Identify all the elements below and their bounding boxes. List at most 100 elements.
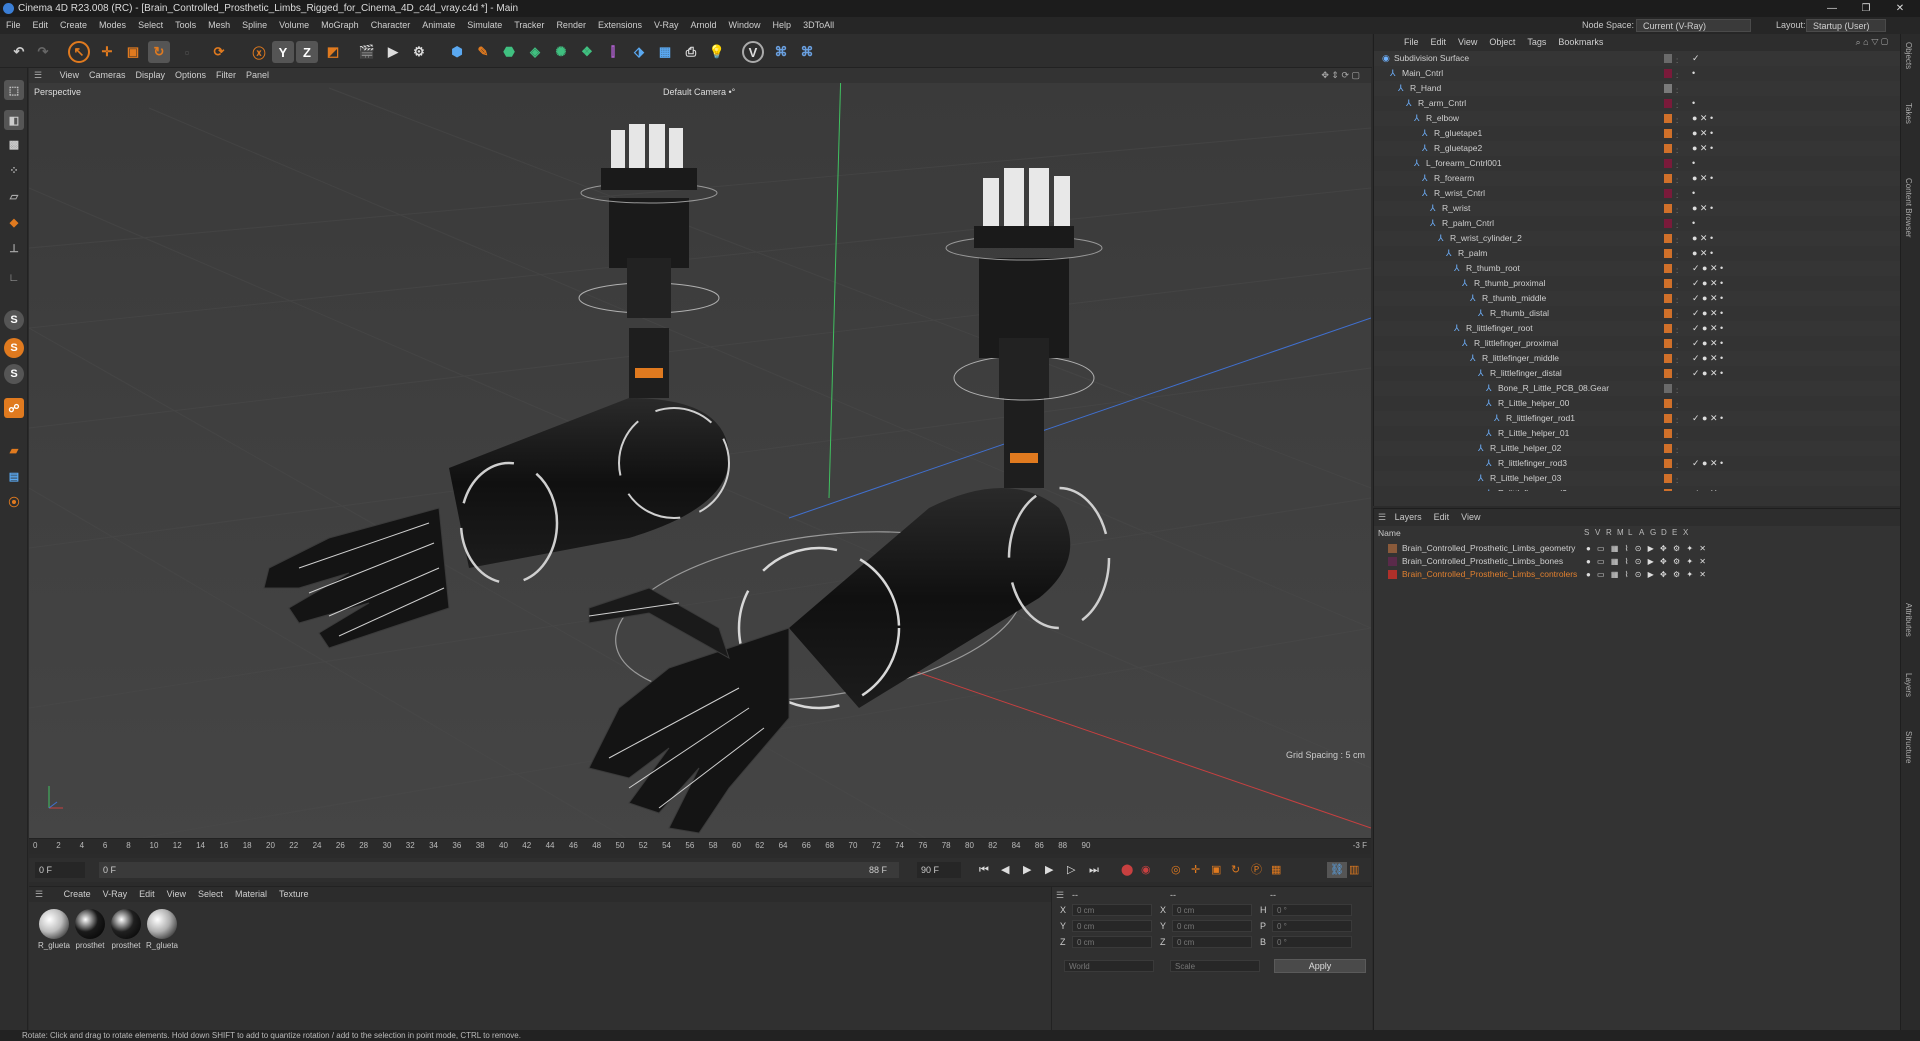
render-to-picture-viewer-icon[interactable]: ▶ bbox=[382, 41, 404, 63]
object-tags[interactable]: ✓ ● ✕ • bbox=[1692, 276, 1723, 291]
range-start-field[interactable]: 0 F bbox=[99, 862, 899, 878]
object-row[interactable]: ⅄ Main_Cntrl: • bbox=[1374, 66, 1901, 81]
pen-spline-icon[interactable]: ✎ bbox=[472, 41, 494, 63]
object-tags[interactable]: ✓ ● ✕ • bbox=[1692, 261, 1723, 276]
axis-extension-icon[interactable]: ⦿ bbox=[4, 492, 24, 512]
object-row[interactable]: ⅄ R_Little_helper_02: bbox=[1374, 441, 1901, 456]
x-axis-icon[interactable]: ⓧ bbox=[248, 41, 270, 63]
key-move-icon[interactable]: ✛ bbox=[1191, 862, 1200, 878]
coord-field[interactable]: 0 ° bbox=[1272, 920, 1352, 932]
object-menu-view[interactable]: View bbox=[1452, 34, 1483, 51]
coord-field[interactable]: 0 ° bbox=[1272, 936, 1352, 948]
layer-menu-view[interactable]: View bbox=[1455, 512, 1486, 522]
layer-toggle-icons[interactable]: ● ▭ ▦ ⌇ ⊙ ▶ ✥ ⚙ ✦ ✕ bbox=[1586, 568, 1708, 581]
layer-row[interactable]: Brain_Controlled_Prosthetic_Limbs_geomet… bbox=[1374, 542, 1901, 555]
object-tags[interactable]: ✓ ● ✕ • bbox=[1692, 351, 1723, 366]
object-tags[interactable]: ✓ ● ✕ • bbox=[1692, 366, 1723, 381]
object-tags[interactable]: • bbox=[1692, 156, 1695, 171]
range-end-field[interactable]: 88 F bbox=[869, 862, 887, 878]
menu-create[interactable]: Create bbox=[54, 17, 93, 34]
object-menu-bookmarks[interactable]: Bookmarks bbox=[1552, 34, 1609, 51]
object-tags[interactable]: • bbox=[1692, 216, 1695, 231]
layer-menu-edit[interactable]: Edit bbox=[1428, 512, 1456, 522]
object-tags[interactable]: • bbox=[1692, 186, 1695, 201]
model-mode-icon[interactable]: ◧ bbox=[4, 110, 24, 130]
coord-system-dropdown[interactable]: World bbox=[1064, 960, 1154, 972]
viewport-camera[interactable]: Default Camera •° bbox=[663, 87, 735, 97]
coord-field[interactable]: 0 cm bbox=[1172, 936, 1252, 948]
play-icon[interactable]: ▶ bbox=[1023, 862, 1031, 878]
object-menu-edit[interactable]: Edit bbox=[1425, 34, 1453, 51]
menu-spline[interactable]: Spline bbox=[236, 17, 273, 34]
texture-mode-icon[interactable]: ▩ bbox=[4, 134, 24, 154]
timeline-ruler[interactable]: 0 2 4 6 8 10 12 14 16 18 20 22 24 26 28 30 32 34 36 38 40 42 4… bbox=[29, 838, 1371, 854]
viewport-menu-view[interactable]: View bbox=[55, 68, 84, 83]
object-menu-object[interactable]: Object bbox=[1483, 34, 1521, 51]
visibility-dots[interactable]: : bbox=[1676, 488, 1678, 491]
material-swatch[interactable]: R_glueta bbox=[145, 909, 179, 950]
current-frame-field[interactable]: 0 F bbox=[35, 862, 85, 878]
object-menu-file[interactable]: File bbox=[1398, 34, 1425, 51]
menu-mograph[interactable]: MoGraph bbox=[315, 17, 365, 34]
material-menu-edit[interactable]: Edit bbox=[133, 887, 161, 902]
subdivision-icon[interactable]: ⬣ bbox=[498, 41, 520, 63]
menu-3dtoall[interactable]: 3DToAll bbox=[797, 17, 840, 34]
object-row[interactable]: ⅄ R_gluetape2: ● ✕ • bbox=[1374, 141, 1901, 156]
object-row[interactable]: ⅄ R_Little_helper_00: bbox=[1374, 396, 1901, 411]
menu-animate[interactable]: Animate bbox=[416, 17, 461, 34]
viewport-menu-panel[interactable]: Panel bbox=[241, 68, 274, 83]
axis-mode-icon[interactable]: ⊥ bbox=[4, 238, 24, 258]
key-param-icon[interactable]: Ⓟ bbox=[1251, 862, 1262, 878]
material-menu-v-ray[interactable]: V-Ray bbox=[97, 887, 134, 902]
max-frame-field[interactable]: 90 F bbox=[917, 862, 961, 878]
right-tab-content-browser[interactable]: Content Browser bbox=[1904, 178, 1913, 238]
field-icon[interactable]: ⬗ bbox=[628, 41, 650, 63]
coord-field[interactable]: 0 cm bbox=[1072, 936, 1152, 948]
right-tab-objects[interactable]: Objects bbox=[1904, 42, 1913, 69]
coords-menu-icon[interactable]: ☰ bbox=[1056, 890, 1064, 901]
object-tags[interactable]: ● ✕ • bbox=[1692, 171, 1713, 186]
redo-icon[interactable]: ↷ bbox=[32, 41, 54, 63]
material-menu-icon[interactable]: ☰ bbox=[29, 887, 49, 902]
menu-tools[interactable]: Tools bbox=[169, 17, 202, 34]
object-tags[interactable]: ✓ ● ✕ • bbox=[1692, 411, 1723, 426]
polygons-mode-icon[interactable]: ◆ bbox=[4, 212, 24, 232]
layer-color-swatch[interactable] bbox=[1388, 544, 1397, 553]
node-space-dropdown[interactable]: Current (V-Ray) bbox=[1636, 19, 1751, 33]
motion-icon[interactable]: ⛓ bbox=[1327, 862, 1347, 878]
object-tags[interactable]: ● ✕ • bbox=[1692, 201, 1713, 216]
coord-field[interactable]: 0 ° bbox=[1272, 904, 1352, 916]
object-row[interactable]: ⅄ R_Hand: bbox=[1374, 81, 1901, 96]
menu-tracker[interactable]: Tracker bbox=[508, 17, 550, 34]
next-key-icon[interactable]: ▷ bbox=[1067, 862, 1075, 878]
layer-color-swatch[interactable] bbox=[1388, 557, 1397, 566]
extrude-icon[interactable]: ◈ bbox=[524, 41, 546, 63]
goto-end-icon[interactable]: ⏭ bbox=[1089, 862, 1099, 878]
menu-edit[interactable]: Edit bbox=[27, 17, 55, 34]
layer-row[interactable]: Brain_Controlled_Prosthetic_Limbs_contro… bbox=[1374, 568, 1901, 581]
points-mode-icon[interactable]: ⁘ bbox=[4, 160, 24, 180]
right-tab-layers[interactable]: Layers bbox=[1904, 673, 1913, 697]
render-settings-icon[interactable]: ⚙ bbox=[408, 41, 430, 63]
coord-field[interactable]: 0 cm bbox=[1072, 920, 1152, 932]
menu-render[interactable]: Render bbox=[550, 17, 592, 34]
solo-icon[interactable]: ☍ bbox=[4, 398, 24, 418]
object-row[interactable]: ⅄ R_thumb_distal: ✓ ● ✕ • bbox=[1374, 306, 1901, 321]
object-tags[interactable]: ✓ bbox=[1692, 51, 1700, 66]
object-tags[interactable]: ● ✕ • bbox=[1692, 231, 1713, 246]
key-pla-icon[interactable]: ▦ bbox=[1271, 862, 1281, 878]
tweak-mode-icon[interactable]: ∟ bbox=[4, 268, 24, 288]
object-row[interactable]: ⅄ R_wrist_cylinder_2: ● ✕ • bbox=[1374, 231, 1901, 246]
material-menu-material[interactable]: Material bbox=[229, 887, 273, 902]
snap-settings-icon[interactable]: S bbox=[4, 338, 24, 358]
coord-field[interactable]: 0 cm bbox=[1172, 920, 1252, 932]
object-tags[interactable]: ✓ ● ✕ • bbox=[1692, 486, 1723, 491]
edges-mode-icon[interactable]: ▱ bbox=[4, 186, 24, 206]
menu-extensions[interactable]: Extensions bbox=[592, 17, 648, 34]
viewport-nav-icons[interactable]: ✥ ⇕ ⟳ ▢ bbox=[1316, 68, 1365, 83]
material-swatch[interactable]: R_glueta bbox=[37, 909, 71, 950]
object-row[interactable]: ⅄ Bone_R_Little_PCB_08.Gear: bbox=[1374, 381, 1901, 396]
menu-arnold[interactable]: Arnold bbox=[685, 17, 723, 34]
object-row[interactable]: ⅄ R_palm: ● ✕ • bbox=[1374, 246, 1901, 261]
right-tab-structure[interactable]: Structure bbox=[1904, 731, 1913, 763]
